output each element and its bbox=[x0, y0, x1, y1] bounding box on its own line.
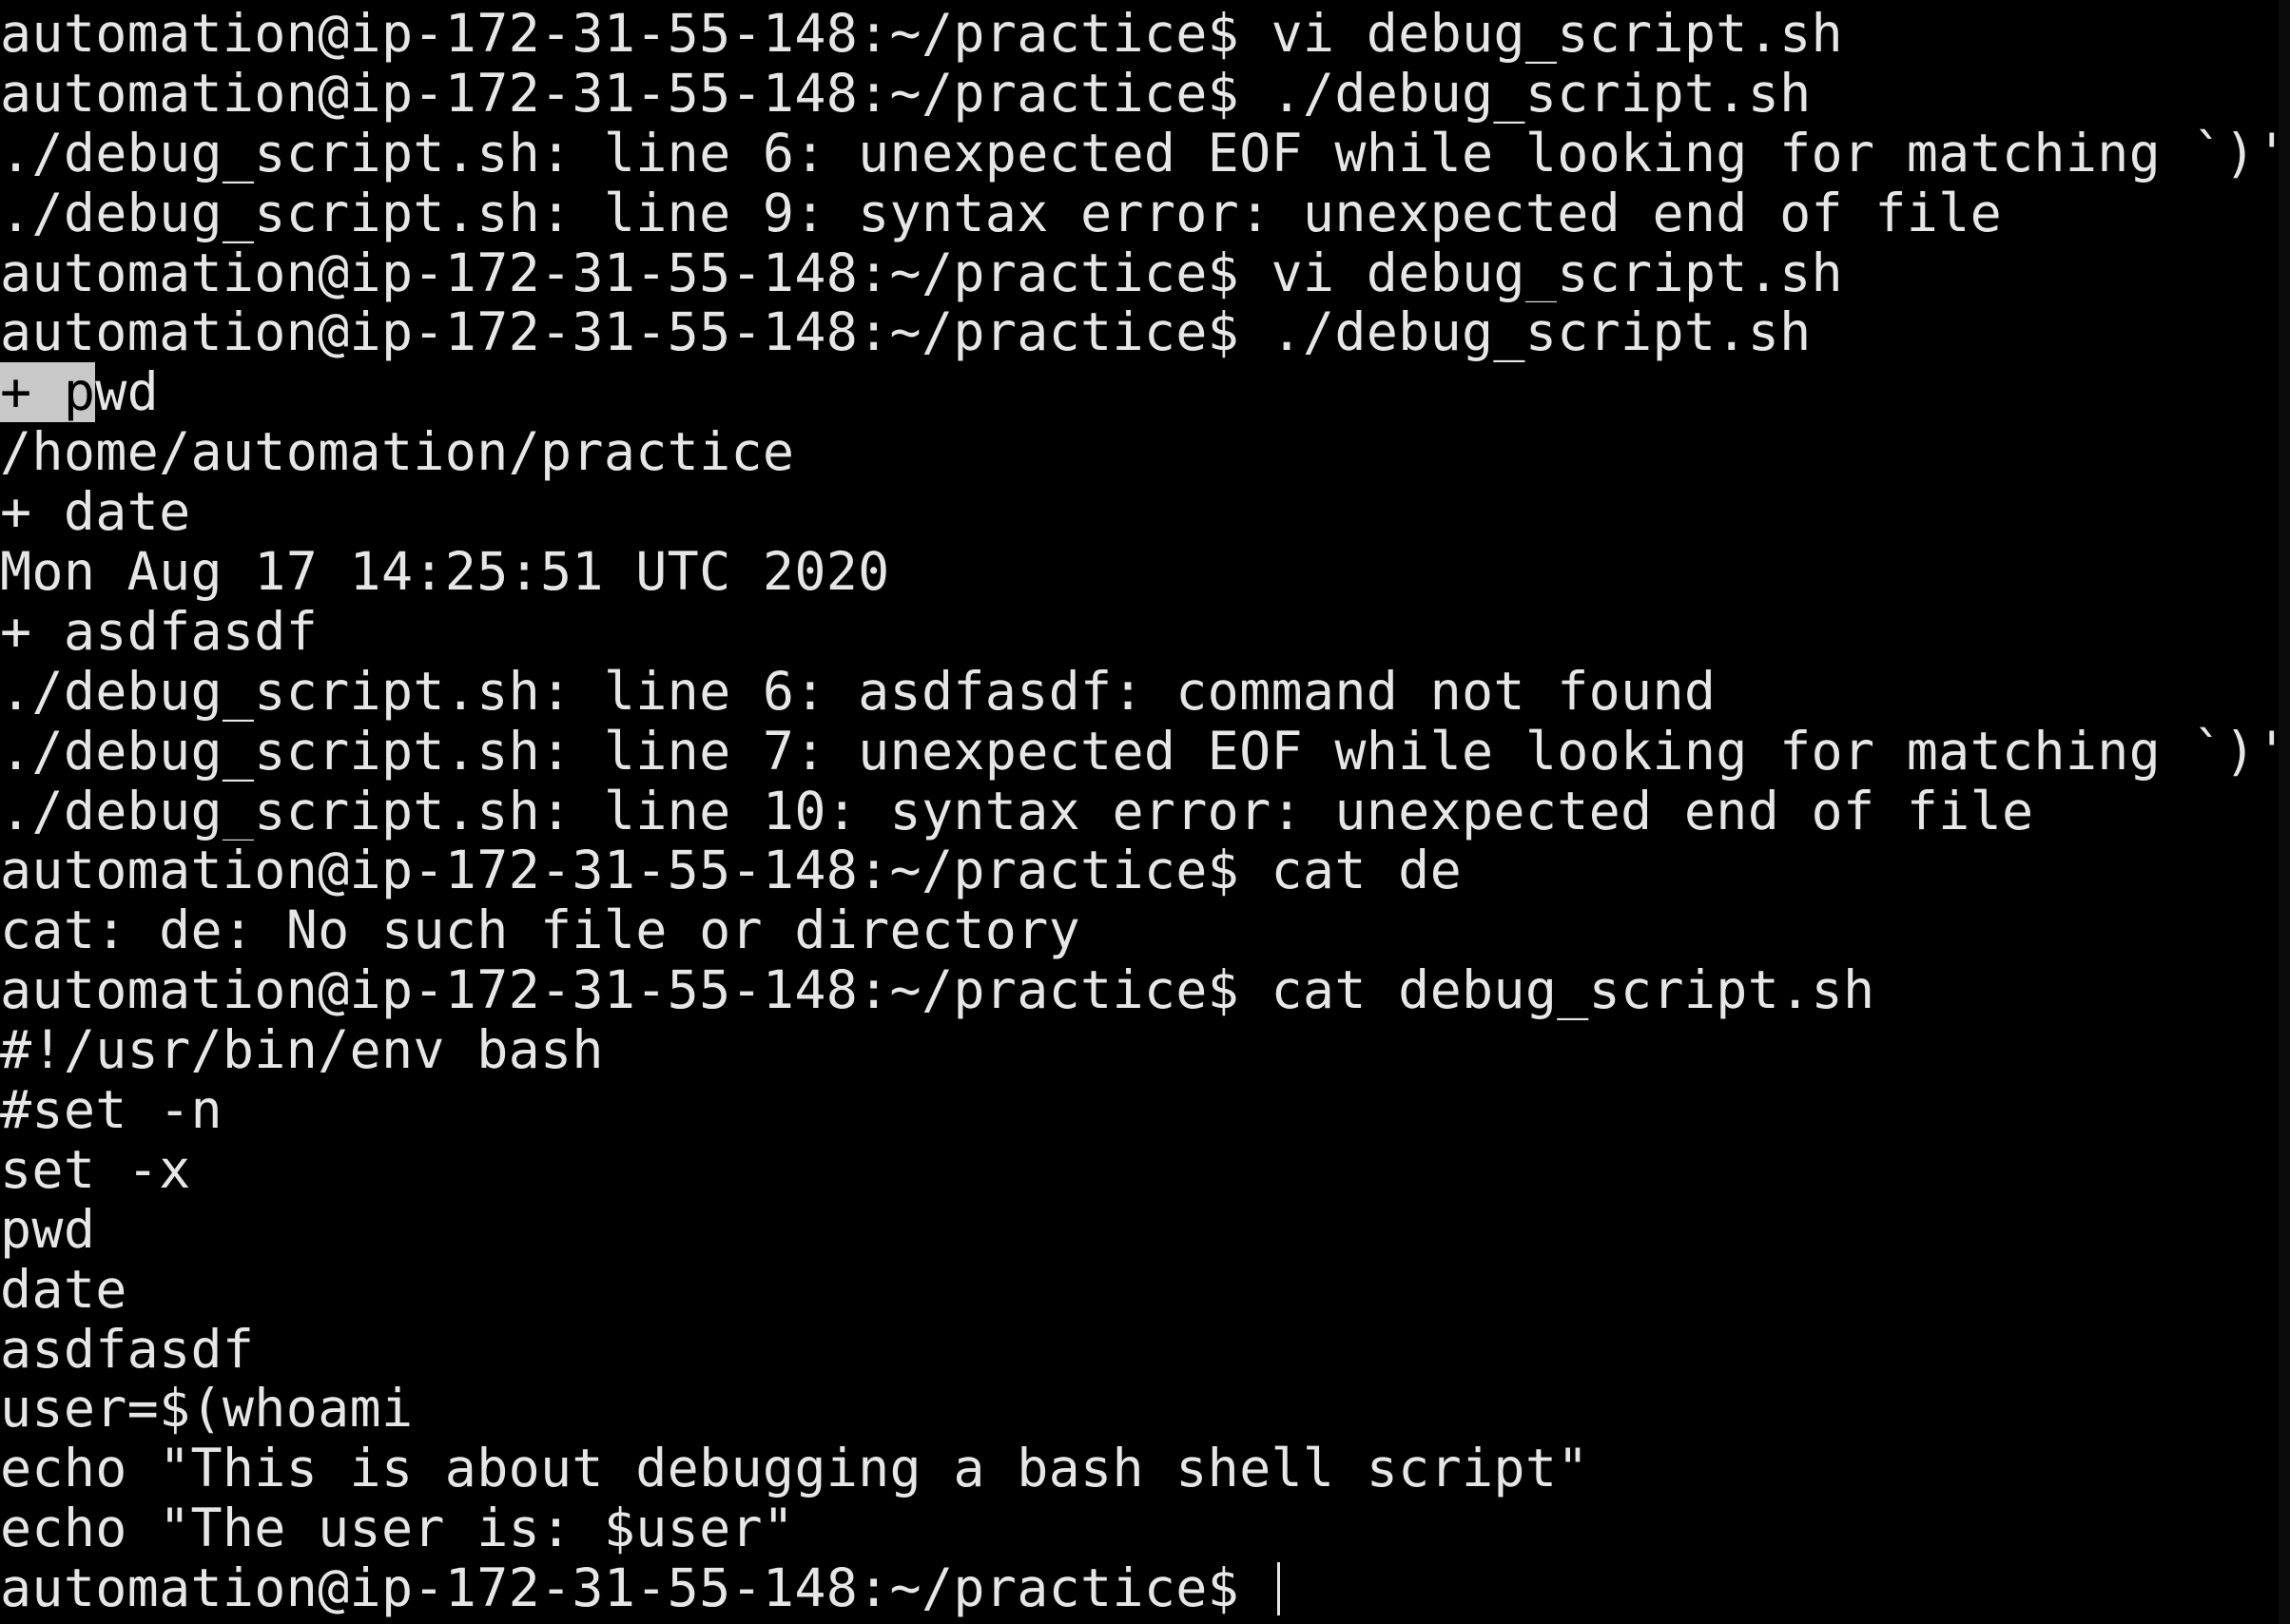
terminal-line: asdfasdf bbox=[0, 1319, 255, 1380]
terminal-line: /home/automation/practice bbox=[0, 422, 795, 483]
terminal-line: set -x bbox=[0, 1139, 191, 1200]
window-edge bbox=[2279, 0, 2290, 1624]
terminal-prompt-line[interactable]: automation@ip-172-31-55-148:~/practice$ bbox=[0, 1558, 2290, 1618]
terminal-line: ./debug_script.sh: line 6: asdfasdf: com… bbox=[0, 661, 1717, 722]
terminal-line: pwd bbox=[0, 1199, 96, 1260]
terminal-line: automation@ip-172-31-55-148:~/practice$ … bbox=[0, 63, 1812, 124]
terminal-line: automation@ip-172-31-55-148:~/practice$ … bbox=[0, 841, 1462, 901]
terminal-line: ./debug_script.sh: line 10: syntax error… bbox=[0, 781, 2034, 841]
terminal-line: #!/usr/bin/env bash bbox=[0, 1020, 604, 1081]
terminal-line: automation@ip-172-31-55-148:~/practice$ … bbox=[0, 242, 1843, 303]
terminal-line: automation@ip-172-31-55-148:~/practice$ … bbox=[0, 960, 1875, 1021]
terminal-window[interactable]: automation@ip-172-31-55-148:~/practice$ … bbox=[0, 0, 2290, 1624]
text-cursor[interactable] bbox=[1276, 1562, 1280, 1616]
terminal-line: + date bbox=[0, 482, 191, 543]
text-selection[interactable]: + p bbox=[0, 362, 96, 423]
selection-remainder: wd bbox=[95, 362, 160, 423]
terminal-line: automation@ip-172-31-55-148:~/practice$ … bbox=[0, 302, 1812, 363]
terminal-line: user=$(whoami bbox=[0, 1379, 414, 1440]
terminal-line: echo "This is about debugging a bash she… bbox=[0, 1439, 1589, 1499]
terminal-line: ./debug_script.sh: line 7: unexpected EO… bbox=[0, 721, 2288, 782]
terminal-line: Mon Aug 17 14:25:51 UTC 2020 bbox=[0, 542, 890, 602]
shell-prompt: automation@ip-172-31-55-148:~/practice$ bbox=[0, 1558, 1271, 1619]
terminal-line: date bbox=[0, 1259, 127, 1320]
terminal-line: #set -n bbox=[0, 1080, 223, 1140]
terminal-line: automation@ip-172-31-55-148:~/practice$ … bbox=[0, 4, 1843, 64]
terminal-line: + asdfasdf bbox=[0, 601, 319, 662]
terminal-line: echo "The user is: $user" bbox=[0, 1498, 795, 1559]
terminal-line: ./debug_script.sh: line 9: syntax error:… bbox=[0, 183, 2003, 243]
terminal-line-selected: + pwd bbox=[0, 362, 2290, 423]
terminal-line: ./debug_script.sh: line 6: unexpected EO… bbox=[0, 123, 2288, 184]
terminal-line: cat: de: No such file or directory bbox=[0, 900, 1081, 961]
